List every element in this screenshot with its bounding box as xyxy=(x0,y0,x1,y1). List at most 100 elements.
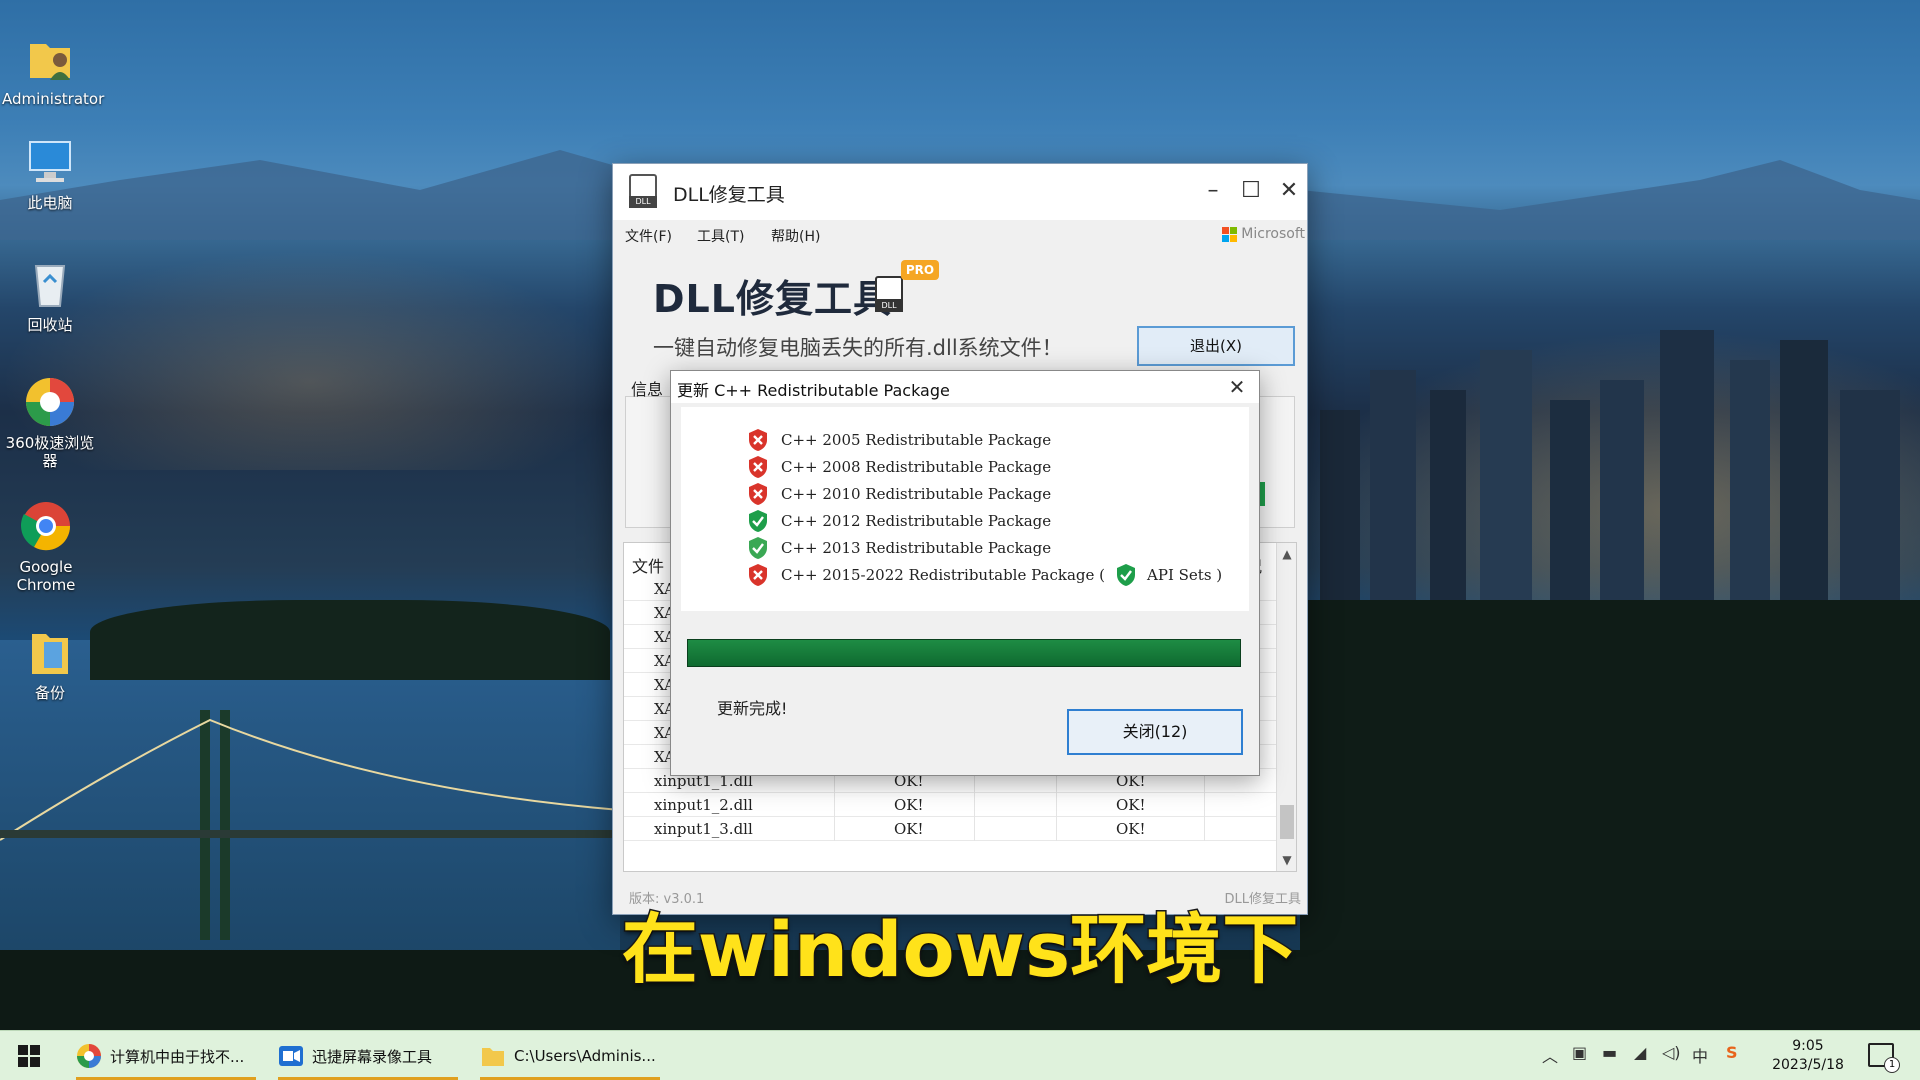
package-name: C++ 2012 Redistributable Package xyxy=(781,512,1052,530)
column-divider xyxy=(974,793,975,817)
360-browser-icon xyxy=(77,1044,101,1068)
package-name: C++ 2013 Redistributable Package xyxy=(781,539,1052,557)
scroll-down-icon[interactable]: ▼ xyxy=(1277,853,1296,867)
scrollbar-thumb[interactable] xyxy=(1280,805,1294,839)
windows-start-icon[interactable] xyxy=(18,1045,40,1067)
close-window-button[interactable]: ✕ xyxy=(1271,174,1307,208)
dialog-close-button[interactable]: 关闭(12) xyxy=(1067,709,1243,755)
table-cell-status: OK! xyxy=(894,820,924,838)
desktop-icon-label: 回收站 xyxy=(27,316,73,334)
wallpaper-skyline xyxy=(1320,330,1900,610)
package-item: C++ 2013 Redistributable Package xyxy=(747,535,1051,561)
column-divider xyxy=(834,793,835,817)
taskbar-item-label: 计算机中由于找不... xyxy=(110,1047,245,1066)
update-done-text: 更新完成! xyxy=(717,699,788,718)
volume-icon[interactable]: ◁) xyxy=(1662,1043,1681,1062)
ime-indicator[interactable]: 中 xyxy=(1692,1043,1708,1067)
tray-chevron-up-icon[interactable]: ︿ xyxy=(1542,1043,1558,1067)
update-progress-bar xyxy=(687,639,1241,667)
wallpaper-park xyxy=(90,600,610,680)
taskbar-item-recorder[interactable]: 迅捷屏幕录像工具 xyxy=(278,1035,458,1080)
scroll-up-icon[interactable]: ▲ xyxy=(1277,547,1296,561)
package-item: C++ 2008 Redistributable Package xyxy=(747,454,1051,480)
table-row[interactable]: xinput1_2.dll OK! OK! xyxy=(624,793,1280,817)
microsoft-logo: Microsoft xyxy=(1222,226,1305,242)
tray-recorder-icon[interactable]: ▣ xyxy=(1572,1043,1587,1062)
green-shield-check-icon xyxy=(1115,563,1137,587)
api-sets-label: API Sets ) xyxy=(1147,566,1223,584)
package-name: C++ 2008 Redistributable Package xyxy=(781,458,1052,476)
microsoft-label: Microsoft xyxy=(1241,226,1305,242)
package-name: C++ 2015-2022 Redistributable Package ( xyxy=(781,566,1106,584)
folder-icon xyxy=(482,1048,504,1066)
green-shield-check-icon xyxy=(747,509,769,533)
taskbar-item-browser[interactable]: 计算机中由于找不... xyxy=(76,1035,256,1080)
package-name: C++ 2010 Redistributable Package xyxy=(781,485,1052,503)
desktop-icon-backup[interactable]: 备份 xyxy=(2,624,98,702)
column-divider xyxy=(1204,817,1205,841)
clock-time: 9:05 xyxy=(1792,1038,1824,1054)
taskbar-item-explorer[interactable]: C:\Users\Adminis... xyxy=(480,1035,660,1080)
user-folder-icon xyxy=(22,30,78,86)
desktop-icon-label: Administrator xyxy=(2,90,105,108)
table-cell-file: xinput1_2.dll xyxy=(654,796,753,814)
chrome-icon xyxy=(18,498,74,554)
api-sets-status: API Sets ) xyxy=(1115,563,1222,587)
column-divider xyxy=(974,817,975,841)
desktop-icon-recycle-bin[interactable]: 回收站 xyxy=(2,256,98,334)
update-progress-fill xyxy=(688,640,1240,666)
360-browser-icon xyxy=(22,374,78,430)
brand-subtitle: 一键自动修复电脑丢失的所有.dll系统文件！ xyxy=(653,336,1063,360)
package-item: C++ 2012 Redistributable Package xyxy=(747,508,1051,534)
table-row[interactable]: xinput1_3.dll OK! OK! xyxy=(624,817,1280,841)
exit-button[interactable]: 退出(X) xyxy=(1137,326,1295,366)
taskbar-clock[interactable]: 9:05 2023/5/18 xyxy=(1766,1037,1850,1075)
notification-center-icon[interactable]: 1 xyxy=(1868,1043,1900,1073)
dll-file-icon: DLL xyxy=(629,174,657,208)
brand-dll-icon: DLL xyxy=(875,276,903,312)
desktop-icon-label: Google Chrome xyxy=(16,558,76,594)
package-item: C++ 2010 Redistributable Package xyxy=(747,481,1051,507)
menubar: 文件(F) 工具(T) 帮助(H) xyxy=(613,220,1307,250)
sogou-input-icon[interactable]: S xyxy=(1726,1043,1738,1062)
info-label: 信息 xyxy=(631,380,664,399)
minimize-button[interactable]: – xyxy=(1195,174,1231,208)
update-dialog: 更新 C++ Redistributable Package ✕ C++ 200… xyxy=(670,370,1260,776)
recycle-bin-icon xyxy=(22,256,78,312)
brand-title: DLL修复工具 xyxy=(653,277,892,321)
dll-file-icon-label: DLL xyxy=(629,196,657,208)
menu-help[interactable]: 帮助(H) xyxy=(771,226,820,246)
red-shield-x-icon xyxy=(747,482,769,506)
package-list: C++ 2005 Redistributable Package C++ 200… xyxy=(681,407,1249,611)
red-shield-x-icon xyxy=(747,428,769,452)
dialog-titlebar[interactable]: 更新 C++ Redistributable Package ✕ xyxy=(671,371,1259,403)
table-cell-file: xinput1_3.dll xyxy=(654,820,753,838)
network-icon[interactable]: ◢ xyxy=(1634,1043,1646,1062)
red-shield-x-icon xyxy=(747,563,769,587)
column-divider xyxy=(1204,793,1205,817)
desktop-icon-administrator[interactable]: Administrator xyxy=(2,30,105,108)
window-titlebar[interactable]: DLL DLL修复工具 – ☐ ✕ xyxy=(613,164,1307,220)
column-divider xyxy=(834,817,835,841)
pro-badge: PRO xyxy=(901,260,939,280)
table-cell-status: OK! xyxy=(1116,820,1146,838)
notification-count: 1 xyxy=(1884,1057,1900,1073)
maximize-button[interactable]: ☐ xyxy=(1233,174,1269,208)
menu-tools[interactable]: 工具(T) xyxy=(697,226,744,246)
green-shield-check-icon xyxy=(747,536,769,560)
video-caption: 在windows环境下 xyxy=(620,904,1299,996)
dialog-close-icon[interactable]: ✕ xyxy=(1223,373,1251,401)
red-shield-x-icon xyxy=(747,455,769,479)
desktop-icon-360-browser[interactable]: 360极速浏览器 xyxy=(2,374,98,470)
menu-file[interactable]: 文件(F) xyxy=(625,226,672,246)
table-cell-status: OK! xyxy=(894,796,924,814)
desktop-icon-this-pc[interactable]: 此电脑 xyxy=(2,134,98,212)
battery-icon[interactable]: ▬ xyxy=(1602,1043,1617,1062)
screen-recorder-icon xyxy=(279,1046,303,1066)
microsoft-logo-icon xyxy=(1222,226,1238,242)
window-title: DLL修复工具 xyxy=(673,184,785,206)
table-scrollbar[interactable]: ▲ ▼ xyxy=(1276,543,1296,871)
desktop-icon-label: 360极速浏览器 xyxy=(5,434,95,470)
desktop-icon-google-chrome[interactable]: Google Chrome xyxy=(0,498,94,594)
package-item: C++ 2015-2022 Redistributable Package ( … xyxy=(747,562,1222,588)
